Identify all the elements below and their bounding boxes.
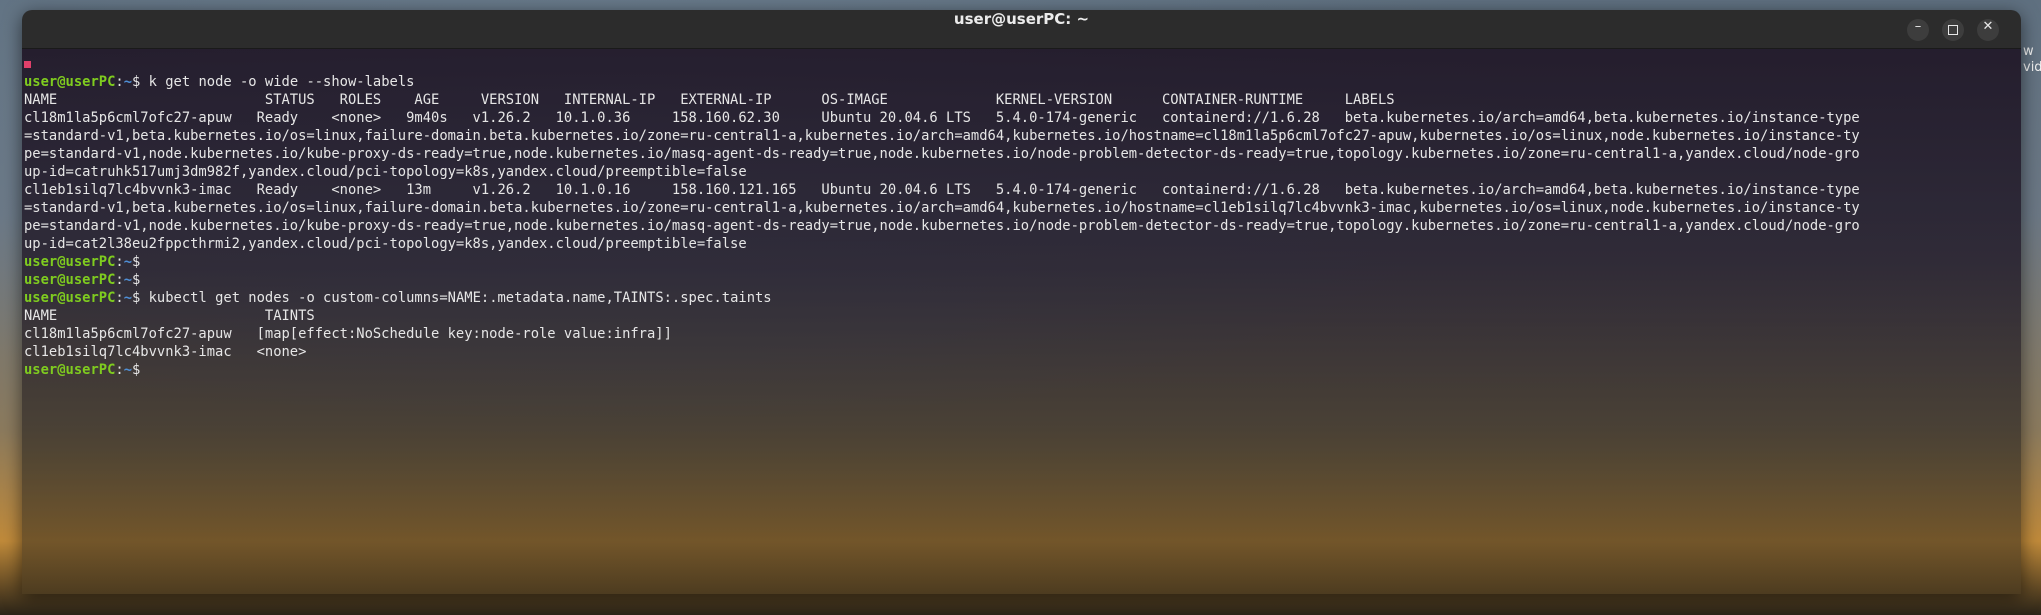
prompt-path: ~ <box>123 254 132 270</box>
prompt-path: ~ <box>123 272 132 288</box>
prompt-line: user@userPC:~$ k get node -o wide --show… <box>24 73 2019 91</box>
prompt-line: user@userPC:~$ <box>24 253 2019 271</box>
output-line: cl1eb1silq7lc4bvvnk3-imac Ready <none> 1… <box>24 182 1860 198</box>
prompt-user: user@userPC <box>24 362 116 378</box>
terminal-lines: user@userPC:~$ k get node -o wide --show… <box>24 55 2019 379</box>
output-line: =standard-v1,beta.kubernetes.io/os=linux… <box>24 128 1860 144</box>
line-container: user@userPC:~$ k get node -o wide --show… <box>24 73 2019 379</box>
prompt-user: user@userPC <box>24 254 116 270</box>
command-text: kubectl get nodes -o custom-columns=NAME… <box>148 290 772 306</box>
prompt-dollar: $ <box>132 74 149 90</box>
prompt-colon: : <box>115 254 124 270</box>
output-line: cl18m1la5p6cml7ofc27-apuw [map[effect:No… <box>24 326 672 342</box>
prompt-colon: : <box>115 290 124 306</box>
maximize-button[interactable] <box>1942 19 1964 41</box>
prompt-user: user@userPC <box>24 272 116 288</box>
prompt-colon: : <box>115 362 124 378</box>
output-line: NAME TAINTS <box>24 308 315 324</box>
minimize-button[interactable]: – <box>1907 19 1929 41</box>
output-line: pe=standard-v1,node.kubernetes.io/kube-p… <box>24 146 1860 162</box>
title-bar[interactable]: user@userPC: ~ – ✕ <box>22 10 2021 49</box>
maximize-icon <box>1948 25 1958 35</box>
prompt-dollar: $ <box>132 362 149 378</box>
output-line: =standard-v1,beta.kubernetes.io/os=linux… <box>24 200 1860 216</box>
prompt-dollar: $ <box>132 254 149 270</box>
tab-indicator-icon <box>24 60 31 68</box>
prompt-colon: : <box>115 272 124 288</box>
output-line: up-id=cat2l38eu2fppcthrmi2,yandex.cloud/… <box>24 236 747 252</box>
output-line: up-id=catruhk517umj3dm982f,yandex.cloud/… <box>24 164 747 180</box>
desktop-edge-text: w vid <box>2023 44 2041 75</box>
terminal-window: user@userPC: ~ – ✕ user@userPC:~$ k get … <box>22 10 2021 594</box>
output-line: pe=standard-v1,node.kubernetes.io/kube-p… <box>24 218 1860 234</box>
prompt-user: user@userPC <box>24 290 116 306</box>
prompt-line: user@userPC:~$ kubectl get nodes -o cust… <box>24 289 2019 307</box>
prompt-dollar: $ <box>132 290 149 306</box>
prompt-user: user@userPC <box>24 74 116 90</box>
prompt-line: user@userPC:~$ <box>24 271 2019 289</box>
prompt-line: user@userPC:~$ <box>24 361 2019 379</box>
terminal-output[interactable]: user@userPC:~$ k get node -o wide --show… <box>22 49 2021 594</box>
output-line: cl18m1la5p6cml7ofc27-apuw Ready <none> 9… <box>24 110 1860 126</box>
prompt-path: ~ <box>123 362 132 378</box>
window-title: user@userPC: ~ <box>953 10 1090 28</box>
prompt-colon: : <box>115 74 124 90</box>
command-text: k get node -o wide --show-labels <box>148 74 415 90</box>
output-line: cl1eb1silq7lc4bvvnk3-imac <none> <box>24 344 307 360</box>
output-line: NAME STATUS ROLES AGE VERSION INTERNAL-I… <box>24 92 1395 108</box>
close-button[interactable]: ✕ <box>1977 19 1999 41</box>
prompt-path: ~ <box>123 290 132 306</box>
prompt-dollar: $ <box>132 272 149 288</box>
prompt-path: ~ <box>123 74 132 90</box>
